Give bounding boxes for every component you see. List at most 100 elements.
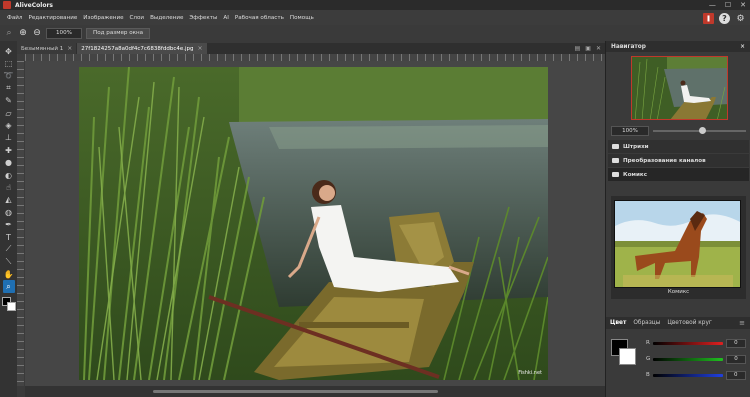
blue-channel-row: B 0 (646, 370, 746, 380)
dodge-tool-icon[interactable]: ◐ (3, 169, 15, 181)
menu-effects[interactable]: Эффекты (186, 15, 220, 21)
color-swatches[interactable] (1, 296, 16, 311)
app-title: AliveColors (15, 1, 53, 9)
menu-help[interactable]: Помощь (287, 15, 317, 21)
scrollbar-thumb[interactable] (153, 390, 438, 393)
title-bar: AliveColors — ☐ ✕ (0, 0, 750, 10)
minimize-button[interactable]: — (709, 0, 716, 10)
liquify-tool-icon[interactable]: ◍ (3, 206, 15, 218)
help-icon[interactable]: ? (719, 13, 730, 24)
background-color-swatch[interactable] (619, 348, 636, 365)
color-panel: R 0 G 0 B 0 (606, 329, 750, 397)
menu-workspace[interactable]: Рабочая область (232, 15, 287, 21)
blue-slider[interactable] (652, 373, 723, 377)
maximize-button[interactable]: ☐ (725, 0, 731, 10)
close-tab-icon[interactable]: × (67, 45, 72, 52)
horizontal-scrollbar[interactable] (25, 386, 605, 397)
healing-tool-icon[interactable]: ✚ (3, 144, 15, 156)
text-tool-icon[interactable]: T (3, 231, 15, 243)
navigator-zoom-input[interactable]: 100% (611, 125, 649, 136)
zoom-out-icon[interactable]: ⊖ (32, 28, 42, 38)
navigator-zoom-slider[interactable] (653, 126, 746, 134)
navigator-close-icon[interactable]: × (740, 44, 745, 50)
shape-tool-icon[interactable]: ◭ (3, 194, 15, 206)
panel-comic[interactable]: Комикс (608, 168, 749, 181)
folder-icon (612, 144, 619, 149)
brush-tool-icon[interactable]: ✎ (3, 95, 15, 107)
navigator-zoom: 100% (611, 125, 746, 136)
horizontal-ruler (25, 54, 605, 61)
tab-color-wheel[interactable]: Цветовой круг (667, 320, 712, 326)
zoom-in-icon[interactable]: ⊕ (18, 28, 28, 38)
menu-select[interactable]: Выделение (147, 15, 186, 21)
green-slider[interactable] (653, 357, 724, 361)
canvas-area[interactable]: Fishki.net (25, 61, 605, 386)
ruler-tool-icon[interactable]: ⟍ (3, 256, 15, 268)
book-icon[interactable]: ❚ (703, 13, 714, 24)
vertical-ruler (17, 61, 24, 386)
fill-tool-icon[interactable]: ◈ (3, 119, 15, 131)
green-value-input[interactable]: 0 (726, 354, 746, 364)
blue-value-input[interactable]: 0 (725, 370, 746, 380)
ruler-corner (17, 54, 25, 61)
window-icon[interactable]: ▣ (585, 45, 591, 52)
close-window-button[interactable]: ✕ (740, 0, 746, 10)
tab-color[interactable]: Цвет (610, 320, 626, 326)
horse-preview (615, 201, 740, 287)
eyedropper-tool-icon[interactable]: ⟋ (3, 243, 15, 255)
hand-tool-icon[interactable]: ✋ (3, 268, 15, 280)
comic-preset[interactable]: Комикс (611, 196, 746, 299)
document-tabs: Безымянный 1 × 27f1824257a8a0df4c7c6838f… (17, 43, 605, 54)
folder-icon (612, 158, 619, 163)
right-panel: Навигатор × 100% Штрихи Преобразование к… (605, 41, 750, 397)
tab-image[interactable]: 27f1824257a8a0df4c7c6838fddbc4e.jpg × (77, 43, 207, 54)
menu-image[interactable]: Изображение (80, 15, 126, 21)
green-channel-row: G 0 (646, 354, 746, 364)
tab-swatches[interactable]: Образцы (633, 320, 660, 326)
channel-label: G (646, 356, 651, 362)
red-channel-row: R 0 (646, 338, 746, 348)
red-slider[interactable] (652, 341, 723, 345)
pen-tool-icon[interactable]: ✒ (3, 218, 15, 230)
gear-icon[interactable]: ⚙ (735, 13, 746, 24)
selection-tool-icon[interactable]: ⬚ (3, 57, 15, 69)
menu-bar: Файл Редактирование Изображение Слои Выд… (0, 10, 750, 25)
eraser-tool-icon[interactable]: ▱ (3, 107, 15, 119)
tab-label: Безымянный 1 (21, 45, 64, 52)
panel-strokes[interactable]: Штрихи (608, 140, 749, 153)
channel-label: R (646, 340, 650, 346)
move-tool-icon[interactable]: ✥ (3, 45, 15, 57)
lasso-tool-icon[interactable]: ➰ (3, 70, 15, 82)
panel-label: Штрихи (623, 143, 649, 150)
menu-layers[interactable]: Слои (127, 15, 148, 21)
background-color[interactable] (6, 301, 16, 311)
document-icon[interactable]: ▤ (575, 45, 581, 52)
stamp-tool-icon[interactable]: ⊥ (3, 132, 15, 144)
crop-tool-icon[interactable]: ⌗ (3, 82, 15, 94)
panel-channel-conversion[interactable]: Преобразование каналов (608, 154, 749, 167)
watermark-text: Fishki.net (518, 370, 542, 376)
panel-close-icon[interactable]: ✕ (596, 45, 601, 52)
fit-to-window-button[interactable]: Под размер окна (86, 27, 151, 39)
zoom-tool-icon[interactable]: ⌕ (4, 28, 14, 38)
comic-preset-preview (614, 200, 741, 288)
navigator-header: Навигатор × (606, 41, 750, 52)
smudge-tool-icon[interactable]: ☝ (3, 181, 15, 193)
zoom-input[interactable]: 100% (46, 27, 82, 39)
top-right-icons: ❚ ? ⚙ (703, 13, 746, 24)
red-value-input[interactable]: 0 (725, 338, 746, 348)
blur-tool-icon[interactable]: ● (3, 157, 15, 169)
panel-menu-icon[interactable]: ≡ (739, 319, 745, 327)
document-image[interactable]: Fishki.net (79, 67, 548, 380)
tab-untitled[interactable]: Безымянный 1 × (17, 43, 77, 54)
menu-edit[interactable]: Редактирование (25, 15, 80, 21)
menu-file[interactable]: Файл (4, 15, 25, 21)
folder-open-icon (612, 172, 619, 177)
zoom-tool-active-icon[interactable]: ⌕ (2, 280, 15, 293)
close-tab-icon[interactable]: × (198, 45, 203, 52)
navigator-thumbnail[interactable] (631, 56, 728, 120)
preset-label: Комикс (667, 289, 690, 295)
menu-ai[interactable]: AI (220, 15, 231, 21)
slider-knob[interactable] (699, 126, 706, 134)
app-logo-icon (3, 1, 11, 9)
